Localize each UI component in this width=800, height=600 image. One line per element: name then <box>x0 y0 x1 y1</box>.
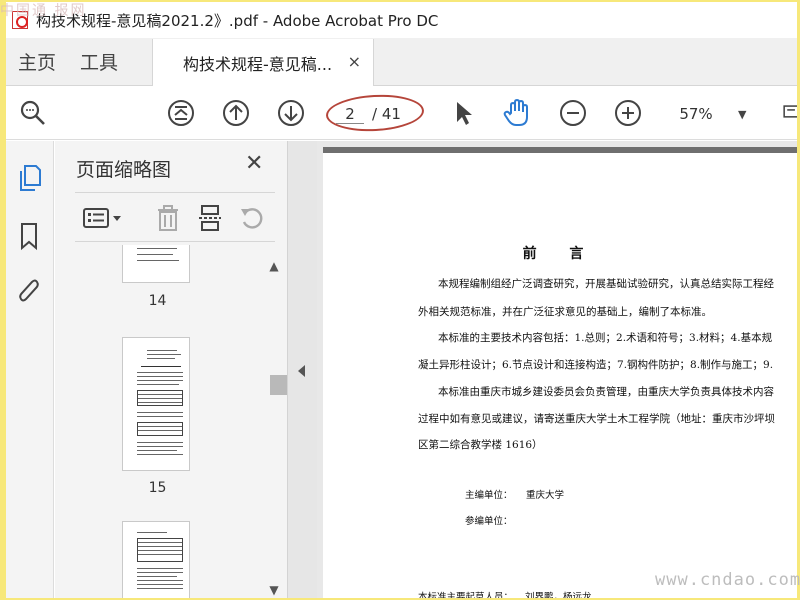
panel-title: 页面缩略图 <box>76 159 172 181</box>
scroll-up-icon[interactable]: ▲ <box>268 259 280 273</box>
previous-page-icon[interactable] <box>221 98 251 128</box>
hand-tool-icon[interactable] <box>502 98 532 128</box>
left-icon-rail <box>6 141 54 598</box>
zoom-level-dropdown[interactable]: 57% ▼ <box>666 100 766 128</box>
zoom-level-value: 57% <box>679 105 713 123</box>
page-thumbnails-panel: 页面缩略图 ✕ 14 15 ▲ ▼ <box>55 141 288 598</box>
bookmark-icon[interactable] <box>14 219 44 253</box>
title-bar: 构技术规程-意见稿2021.2》.pdf - Adobe Acrobat Pro… <box>6 2 797 38</box>
drafters-value: 刘界鹏，杨远龙 <box>525 592 592 598</box>
close-tab-icon[interactable]: × <box>348 52 361 71</box>
collapse-arrow-icon <box>298 365 305 377</box>
tab-document[interactable]: 构技术规程-意见稿... × <box>152 39 375 86</box>
body-line: 过程中如有意见或建议，请寄送重庆大学土木工程学院（地址：重庆市沙坪坝 <box>418 413 775 425</box>
thumbnail-list: 14 15 <box>55 245 260 598</box>
site-watermark: www.cndao.com <box>655 570 800 590</box>
acrobat-window: 构技术规程-意见稿2021.2》.pdf - Adobe Acrobat Pro… <box>6 2 797 598</box>
tab-tools[interactable]: 工具 <box>68 38 130 85</box>
body-line: 本规程编制组经广泛调查研究，开展基础试验研究，认真总结实际工程经 <box>438 278 774 290</box>
chief-unit-label: 主编单位： <box>465 490 513 501</box>
select-arrow-icon[interactable] <box>448 98 478 128</box>
attachment-icon[interactable] <box>14 275 44 309</box>
thumbnail-page-number: 14 <box>148 293 167 309</box>
comment-icon[interactable] <box>778 98 797 128</box>
page-heading: 前 言 <box>522 246 598 262</box>
divider <box>75 192 275 193</box>
tab-bar: 主页 工具 构技术规程-意见稿... × <box>6 38 797 86</box>
page-thumbnail[interactable] <box>122 337 190 471</box>
page-thumbnails-icon[interactable] <box>14 161 44 195</box>
delete-icon[interactable] <box>153 203 183 233</box>
close-panel-icon[interactable]: ✕ <box>245 151 263 176</box>
body-line: 本标准由重庆市城乡建设委员会负责管理，由重庆大学负责具体技术内容 <box>438 386 774 398</box>
drafters-label: 本标准主要起草人员： <box>418 592 514 598</box>
first-page-icon[interactable] <box>166 98 196 128</box>
document-view: 前 言 本规程编制组经广泛调查研究，开展基础试验研究，认真总结实际工程经 外相关… <box>317 141 797 598</box>
toolbar: 2 / 41 57% ▼ <box>6 86 797 140</box>
page-thumbnail[interactable] <box>122 521 190 598</box>
zoom-out-icon[interactable] <box>558 98 588 128</box>
scroll-thumb[interactable] <box>270 375 288 395</box>
participating-unit-label: 参编单位： <box>465 516 513 527</box>
document-page: 前 言 本规程编制组经广泛调查研究，开展基础试验研究，认真总结实际工程经 外相关… <box>323 147 797 598</box>
chevron-down-icon: ▼ <box>738 107 747 121</box>
zoom-in-icon[interactable] <box>613 98 643 128</box>
zoom-search-icon[interactable] <box>18 98 48 128</box>
body-line: 凝土异形柱设计；6.节点设计和连接构造；7.钢构件防护；8.制作与施工；9. <box>418 359 774 371</box>
panel-collapse-handle[interactable] <box>287 141 317 598</box>
options-menu-icon[interactable] <box>81 203 125 233</box>
thumbnail-page-number: 15 <box>148 480 167 496</box>
scroll-down-icon[interactable]: ▼ <box>268 583 280 597</box>
page-thumbnail[interactable] <box>122 245 190 283</box>
site-watermark: 中国通 报网 <box>0 3 87 19</box>
chief-unit-value: 重庆大学 <box>526 490 565 501</box>
rotate-icon[interactable] <box>237 203 267 233</box>
window-title: 构技术规程-意见稿2021.2》.pdf - Adobe Acrobat Pro… <box>36 11 439 30</box>
panel-toolbar <box>75 201 275 237</box>
divider <box>75 241 275 242</box>
body-line: 本标准的主要技术内容包括：1.总则；2.术语和符号；3.材料；4.基本规 <box>438 332 773 344</box>
body-line: 区第二综合教学楼 1616） <box>418 439 543 451</box>
next-page-icon[interactable] <box>276 98 306 128</box>
tab-document-label: 构技术规程-意见稿... <box>183 54 333 74</box>
insert-page-icon[interactable] <box>195 203 225 233</box>
thumbnail-scrollbar[interactable]: ▲ ▼ <box>265 245 288 598</box>
body-line: 外相关规范标准，并在广泛征求意见的基础上，编制了本标准。 <box>418 306 712 318</box>
tab-home[interactable]: 主页 <box>6 38 68 85</box>
